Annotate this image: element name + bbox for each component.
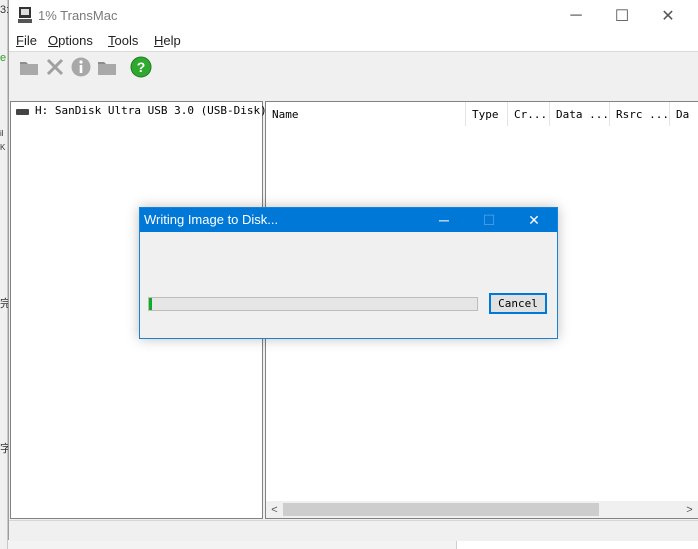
dialog-title: Writing Image to Disk...	[144, 212, 279, 227]
background-app-area	[456, 540, 698, 549]
minimize-button[interactable]: ─	[553, 0, 599, 31]
column-header-type[interactable]: Type	[466, 102, 508, 126]
maximize-icon: ☐	[482, 211, 496, 228]
column-header-name[interactable]: Name	[266, 102, 466, 126]
background-text: e	[0, 52, 7, 64]
menu-tools[interactable]: Tools	[108, 33, 138, 48]
dialog-close-button[interactable]: ✕	[511, 208, 557, 232]
menu-bar: File Options Tools Help	[9, 31, 698, 52]
column-header-date[interactable]: Da	[670, 102, 698, 126]
maximize-icon: ☐	[614, 7, 630, 25]
tree-item-drive[interactable]: H: SanDisk Ultra USB 3.0 (USB-Disk)	[16, 104, 267, 117]
close-button[interactable]: ✕	[645, 0, 691, 31]
progress-bar	[148, 297, 478, 311]
toolbar: ?	[9, 52, 698, 98]
transmac-app-icon	[18, 7, 32, 23]
column-header-created[interactable]: Cr...	[508, 102, 550, 126]
menu-help[interactable]: Help	[154, 33, 181, 48]
scroll-left-arrow[interactable]: <	[266, 501, 283, 518]
status-bar	[9, 520, 698, 541]
background-app-edge	[0, 0, 8, 549]
horizontal-scrollbar[interactable]: < >	[266, 501, 698, 518]
progress-bar-fill	[149, 298, 153, 310]
background-text: il	[0, 129, 4, 138]
writing-image-dialog: Writing Image to Disk... ─ ☐ ✕ Cancel	[139, 207, 558, 339]
usb-drive-icon	[16, 109, 29, 115]
help-icon[interactable]: ?	[130, 56, 152, 78]
column-header-rsrc[interactable]: Rsrc ...	[610, 102, 670, 126]
column-header-data[interactable]: Data ...	[550, 102, 610, 126]
minimize-icon: ─	[439, 212, 449, 228]
dialog-maximize-button: ☐	[466, 208, 512, 232]
dialog-minimize-button[interactable]: ─	[421, 208, 467, 232]
close-icon: ✕	[528, 211, 540, 228]
scroll-right-arrow[interactable]: >	[681, 501, 698, 518]
scrollbar-thumb[interactable]	[283, 503, 599, 516]
window-title: 1% TransMac	[38, 8, 118, 23]
delete-icon[interactable]	[44, 56, 66, 78]
menu-options[interactable]: Options	[48, 33, 93, 48]
maximize-button[interactable]: ☐	[599, 0, 645, 31]
title-bar[interactable]: 1% TransMac ─ ☐ ✕	[9, 0, 698, 31]
column-headers: Name Type Cr... Data ... Rsrc ... Da	[266, 102, 698, 126]
background-text: K	[0, 143, 6, 152]
folder-icon[interactable]	[96, 56, 118, 78]
minimize-icon: ─	[570, 6, 582, 24]
dialog-title-bar[interactable]: Writing Image to Disk... ─ ☐ ✕	[140, 208, 557, 232]
tree-item-label: H: SanDisk Ultra USB 3.0 (USB-Disk)	[35, 104, 267, 117]
close-icon: ✕	[661, 7, 675, 25]
help-glyph: ?	[137, 59, 146, 75]
folder-icon[interactable]	[18, 56, 40, 78]
menu-file[interactable]: File	[16, 33, 37, 48]
cancel-button[interactable]: Cancel	[489, 293, 547, 314]
info-icon[interactable]	[70, 56, 92, 78]
